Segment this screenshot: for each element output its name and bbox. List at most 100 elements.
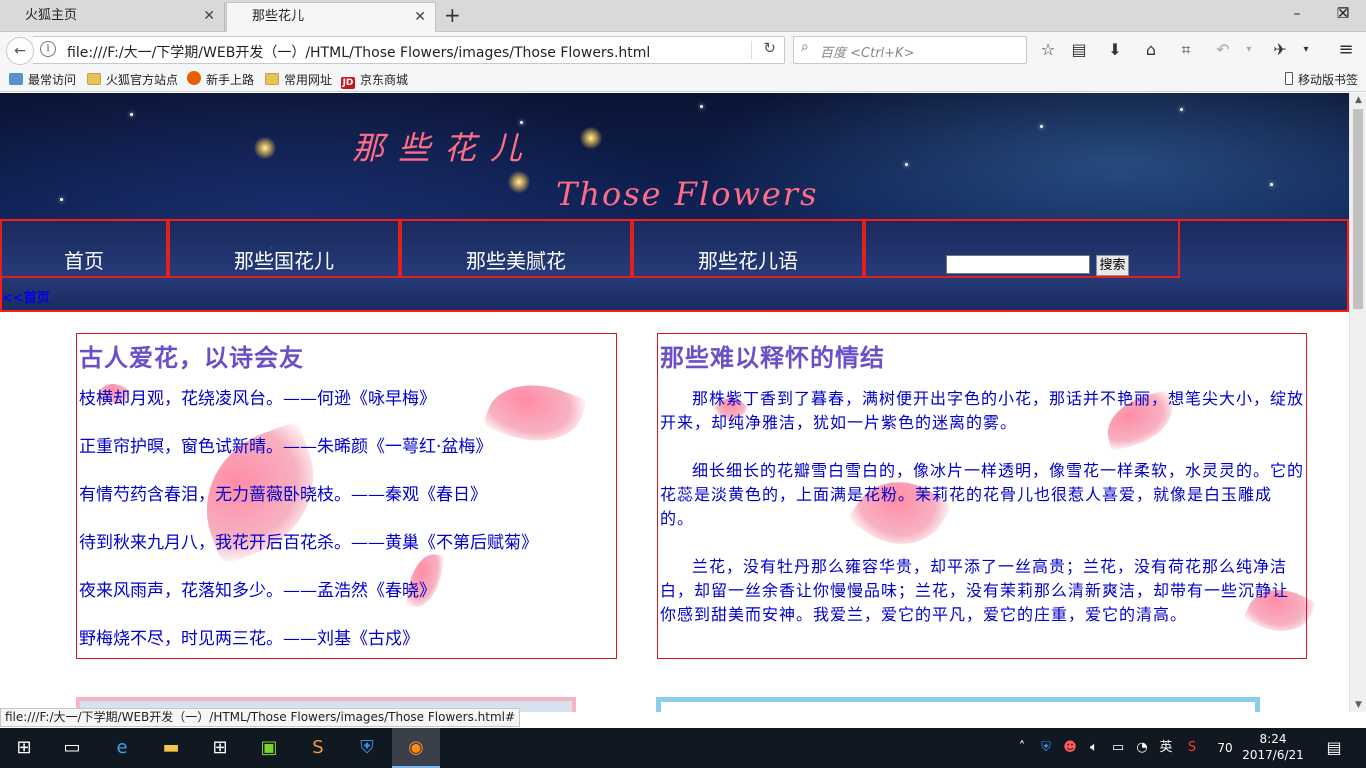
poem-line: 待到秋来九月八，我花开后百花杀。——黄巢《不第后赋菊》 bbox=[79, 533, 538, 553]
folder-icon bbox=[265, 73, 279, 85]
edge-icon[interactable]: e bbox=[98, 728, 146, 768]
battery-icon[interactable]: ▭ bbox=[1108, 728, 1128, 768]
close-window-button[interactable]: ✕ bbox=[1320, 0, 1366, 30]
tab-firefox-home[interactable]: 火狐主页 ✕ bbox=[0, 2, 225, 32]
poem-line: 有情芍药含春泪，无力蔷薇卧晓枝。——秦观《春日》 bbox=[79, 485, 487, 505]
chevron-down-icon[interactable]: ▾ bbox=[1236, 37, 1262, 63]
clock-date: 2017/6/21 bbox=[1242, 748, 1304, 762]
nav-item-national-flowers[interactable]: 那些国花儿 bbox=[168, 221, 400, 278]
scroll-down-icon[interactable]: ▼ bbox=[1350, 700, 1366, 710]
nav-item-flower-language[interactable]: 那些花儿语 bbox=[632, 221, 864, 278]
screenshot-icon[interactable]: ⌗ bbox=[1173, 37, 1199, 63]
reading-list-icon[interactable]: ▤ bbox=[1066, 37, 1092, 63]
file-explorer-icon[interactable]: ▬ bbox=[147, 728, 195, 768]
divider bbox=[751, 41, 752, 59]
download-icon[interactable]: ⬇ bbox=[1102, 37, 1128, 63]
star bbox=[905, 163, 908, 166]
tab-those-flowers[interactable]: 那些花儿 ✕ bbox=[226, 2, 436, 32]
nav-label: 那些花儿语 bbox=[698, 249, 798, 273]
mobile-bookmarks[interactable]: 移动版书签 bbox=[1285, 71, 1358, 89]
close-tab-icon[interactable]: ✕ bbox=[414, 3, 426, 31]
security-shield-icon[interactable]: ⛨ bbox=[343, 728, 391, 768]
site-search-input[interactable] bbox=[946, 255, 1090, 274]
windows-taskbar: ⊞ ▭ e ▬ ⊞ ▣ S ⛨ ◉ ˄ ⛨ ☻ 🔈︎ ▭ ◔ 英 S 70 8:… bbox=[0, 728, 1366, 768]
firefox-icon[interactable]: ◉ bbox=[392, 728, 440, 768]
sparkle bbox=[506, 169, 532, 195]
bookmark-label: 新手上路 bbox=[206, 73, 255, 87]
star bbox=[1040, 125, 1043, 128]
vertical-scrollbar[interactable]: ▲ ▼ bbox=[1349, 93, 1366, 712]
bookmark-jd[interactable]: JD 京东商城 bbox=[341, 71, 408, 89]
bookmark-label: 火狐官方站点 bbox=[106, 73, 179, 87]
clock[interactable]: 8:24 2017/6/21 bbox=[1241, 731, 1305, 763]
input-language[interactable]: 英 bbox=[1156, 728, 1176, 768]
url-bar[interactable]: i file:///F:/大一/下学期/WEB开发（一）/HTML/Those … bbox=[33, 36, 785, 64]
back-arrow-icon[interactable]: ← bbox=[6, 37, 34, 65]
reload-icon[interactable]: ↻ bbox=[763, 39, 776, 57]
nav-label: 那些国花儿 bbox=[234, 249, 334, 273]
qq-icon[interactable]: ☻ bbox=[1060, 728, 1080, 768]
shield-tray-icon[interactable]: ⛨ bbox=[1036, 728, 1056, 768]
bookmark-label: 常用网址 bbox=[284, 73, 333, 87]
store-icon[interactable]: ⊞ bbox=[196, 728, 244, 768]
bookmark-getting-started[interactable]: 新手上路 bbox=[187, 71, 254, 89]
notification-icon[interactable]: ▤ bbox=[1320, 728, 1348, 768]
tab-strip: 火狐主页 ✕ 那些花儿 ✕ + – ❐ ✕ bbox=[0, 0, 1366, 32]
page-banner: 那些花儿 Those Flowers 首页 那些国花儿 那些美腻花 那些花儿语 … bbox=[0, 93, 1349, 312]
bookmark-firefox-site[interactable]: 火狐官方站点 bbox=[87, 71, 178, 89]
bookmarks-toolbar: 最常访问 火狐官方站点 新手上路 常用网址 JD 京东商城 移动版书签 bbox=[0, 68, 1366, 92]
tab-label: 那些花儿 bbox=[252, 9, 305, 24]
site-search-button[interactable]: 搜索 bbox=[1096, 255, 1129, 276]
new-tab-button[interactable]: + bbox=[444, 3, 461, 27]
search-icon: ⌕ bbox=[801, 39, 809, 55]
poem-line: 夜来风雨声，花落知多少。——孟浩然《春晓》 bbox=[79, 581, 436, 601]
chevron-up-icon[interactable]: ˄ bbox=[1013, 728, 1031, 768]
extension-icon[interactable]: ✈ bbox=[1267, 37, 1293, 63]
site-title-english: Those Flowers bbox=[556, 175, 819, 213]
task-view-icon[interactable]: ▭ bbox=[48, 728, 96, 768]
star bbox=[1180, 108, 1183, 111]
sogou-icon[interactable]: S bbox=[1182, 728, 1202, 768]
paragraph: 细长细长的花瓣雪白雪白的，像冰片一样透明，像雪花一样柔软，水灵灵的。它的花蕊是淡… bbox=[660, 461, 1305, 528]
tray-badge[interactable]: 70 bbox=[1212, 728, 1238, 768]
site-info-icon[interactable]: i bbox=[40, 41, 56, 57]
page-viewport: 那些花儿 Those Flowers 首页 那些国花儿 那些美腻花 那些花儿语 … bbox=[0, 93, 1349, 712]
undo-icon[interactable]: ↶ bbox=[1210, 37, 1236, 63]
tab-label: 火狐主页 bbox=[25, 8, 78, 23]
scroll-thumb[interactable] bbox=[1353, 109, 1363, 309]
bookmark-star-icon[interactable]: ☆ bbox=[1035, 37, 1061, 63]
nav-label: 那些美腻花 bbox=[466, 249, 566, 273]
bookmark-common-sites[interactable]: 常用网址 bbox=[265, 71, 332, 89]
start-icon[interactable]: ⊞ bbox=[0, 728, 48, 768]
breadcrumb-home-link[interactable]: <<首页 bbox=[2, 287, 50, 306]
home-icon[interactable]: ⌂ bbox=[1138, 37, 1164, 63]
main-navigation: 首页 那些国花儿 那些美腻花 那些花儿语 搜索 <<首页 bbox=[0, 219, 1349, 312]
nav-item-home[interactable]: 首页 bbox=[0, 221, 168, 278]
iqiyi-icon[interactable]: ▣ bbox=[245, 728, 293, 768]
folder-icon bbox=[87, 73, 101, 85]
star bbox=[130, 113, 133, 116]
scroll-up-icon[interactable]: ▲ bbox=[1350, 95, 1366, 105]
minimize-button[interactable]: – bbox=[1274, 0, 1320, 30]
image-frame-right bbox=[656, 697, 1260, 712]
wps-icon[interactable]: S bbox=[294, 728, 342, 768]
status-url: file:///F:/大一/下学期/WEB开发（一）/HTML/Those Fl… bbox=[0, 708, 521, 727]
bookmark-label: 移动版书签 bbox=[1298, 73, 1359, 87]
navigation-toolbar: i file:///F:/大一/下学期/WEB开发（一）/HTML/Those … bbox=[0, 32, 1366, 68]
close-tab-icon[interactable]: ✕ bbox=[203, 2, 215, 30]
volume-icon[interactable]: 🔈︎ bbox=[1084, 728, 1104, 768]
wifi-icon[interactable]: ◔ bbox=[1132, 728, 1152, 768]
search-placeholder: 百度 <Ctrl+K> bbox=[820, 46, 915, 61]
nav-label: 首页 bbox=[64, 249, 104, 273]
bookmark-label: 京东商城 bbox=[360, 73, 409, 87]
bookmark-label: 最常访问 bbox=[28, 73, 77, 87]
nav-item-beautiful-flowers[interactable]: 那些美腻花 bbox=[400, 221, 632, 278]
bookmark-most-visited[interactable]: 最常访问 bbox=[9, 71, 76, 89]
url-text[interactable]: file:///F:/大一/下学期/WEB开发（一）/HTML/Those Fl… bbox=[67, 42, 650, 62]
menu-icon[interactable]: ≡ bbox=[1333, 37, 1359, 63]
chevron-down-icon[interactable]: ▾ bbox=[1293, 37, 1319, 63]
panel-heading: 那些难以释怀的情结 bbox=[660, 343, 885, 372]
sparkle bbox=[578, 125, 604, 151]
search-input[interactable]: ⌕ 百度 <Ctrl+K> bbox=[793, 36, 1027, 64]
star bbox=[60, 198, 63, 201]
